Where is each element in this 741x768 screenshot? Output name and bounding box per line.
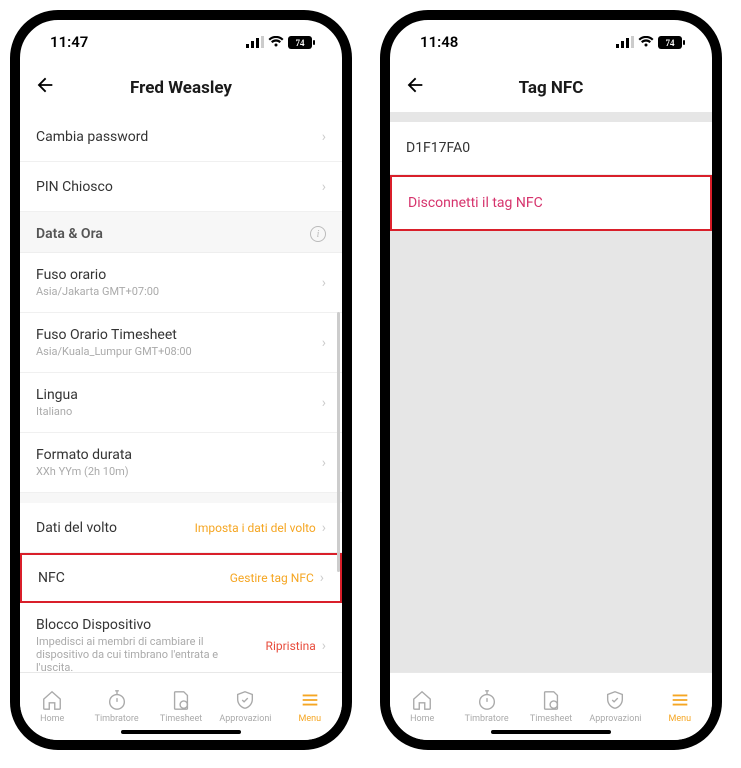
row-label: Formato durata bbox=[36, 447, 132, 463]
row-label: Fuso orario bbox=[36, 267, 159, 283]
home-icon bbox=[41, 689, 63, 711]
disconnect-label: Disconnetti il tag NFC bbox=[408, 195, 543, 211]
row-change-password[interactable]: Cambia password › bbox=[20, 112, 342, 162]
page-title: Tag NFC bbox=[390, 78, 712, 98]
tab-menu[interactable]: Menu bbox=[648, 673, 712, 740]
home-indicator[interactable] bbox=[121, 730, 241, 734]
status-right: 74 bbox=[616, 36, 686, 49]
row-label: Fuso Orario Timesheet bbox=[36, 327, 192, 343]
back-icon[interactable] bbox=[404, 74, 426, 101]
section-data-ora: Data & Ora i bbox=[20, 212, 342, 253]
tab-label: Menu bbox=[299, 714, 322, 724]
back-icon[interactable] bbox=[34, 74, 56, 101]
tab-menu[interactable]: Menu bbox=[278, 673, 342, 740]
nfc-id-row: D1F17FA0 bbox=[390, 122, 712, 175]
phone-left: 11:47 74 Fred Weasley Cambia password › … bbox=[10, 10, 352, 750]
row-sub: Italiano bbox=[36, 405, 78, 418]
status-bar: 11:47 74 bbox=[20, 20, 342, 64]
header: Tag NFC bbox=[390, 64, 712, 112]
status-time: 11:47 bbox=[50, 33, 88, 51]
phone-right: 11:48 74 Tag NFC D1F17FA0 Disconnetti il… bbox=[380, 10, 722, 750]
tab-home[interactable]: Home bbox=[20, 673, 84, 740]
chevron-right-icon: › bbox=[322, 395, 326, 411]
row-lingua[interactable]: Lingua Italiano › bbox=[20, 373, 342, 433]
row-sub: Asia/Jakarta GMT+07:00 bbox=[36, 285, 159, 298]
menu-icon bbox=[669, 689, 691, 711]
row-action: Ripristina bbox=[266, 639, 316, 653]
disconnect-nfc-button[interactable]: Disconnetti il tag NFC bbox=[390, 175, 712, 231]
row-pin-kiosk[interactable]: PIN Chiosco › bbox=[20, 162, 342, 212]
chevron-right-icon: › bbox=[322, 520, 326, 536]
header: Fred Weasley bbox=[20, 64, 342, 112]
row-label: Blocco Dispositivo bbox=[36, 617, 236, 633]
chevron-right-icon: › bbox=[322, 638, 326, 654]
signal-icon bbox=[616, 36, 634, 48]
row-label: PIN Chiosco bbox=[36, 179, 113, 195]
signal-icon bbox=[246, 36, 264, 48]
wifi-icon bbox=[268, 36, 284, 48]
scrollbar[interactable] bbox=[337, 312, 340, 572]
row-sub: Asia/Kuala_Lumpur GMT+08:00 bbox=[36, 345, 192, 358]
nfc-id-value: D1F17FA0 bbox=[406, 140, 470, 156]
tab-label: Home bbox=[40, 714, 64, 724]
chevron-right-icon: › bbox=[322, 335, 326, 351]
row-label: Cambia password bbox=[36, 129, 148, 145]
shield-check-icon bbox=[234, 689, 256, 711]
chevron-right-icon: › bbox=[320, 570, 324, 586]
row-nfc[interactable]: NFC Gestire tag NFC › bbox=[20, 553, 342, 603]
svg-text:74: 74 bbox=[666, 38, 676, 48]
row-sub: Impedisci ai membri di cambiare il dispo… bbox=[36, 635, 236, 672]
row-fuso-orario[interactable]: Fuso orario Asia/Jakarta GMT+07:00 › bbox=[20, 253, 342, 313]
home-indicator[interactable] bbox=[491, 730, 611, 734]
tab-label: Menu bbox=[669, 714, 692, 724]
menu-icon bbox=[299, 689, 321, 711]
stopwatch-icon bbox=[476, 689, 498, 711]
home-icon bbox=[411, 689, 433, 711]
stopwatch-icon bbox=[106, 689, 128, 711]
settings-list[interactable]: Cambia password › PIN Chiosco › Data & O… bbox=[20, 112, 342, 672]
page-title: Fred Weasley bbox=[20, 78, 342, 98]
row-label: NFC bbox=[38, 570, 65, 586]
tab-label: Timbratore bbox=[95, 714, 139, 724]
battery-icon: 74 bbox=[658, 36, 686, 49]
chevron-right-icon: › bbox=[322, 275, 326, 291]
tab-label: Home bbox=[410, 714, 434, 724]
tab-label: Approvazioni bbox=[589, 714, 641, 724]
row-label: Dati del volto bbox=[36, 520, 117, 536]
section-gap bbox=[20, 493, 342, 503]
battery-icon: 74 bbox=[288, 36, 316, 49]
tab-label: Timesheet bbox=[530, 714, 572, 724]
row-action: Gestire tag NFC bbox=[230, 571, 314, 585]
wifi-icon bbox=[638, 36, 654, 48]
status-time: 11:48 bbox=[420, 33, 458, 51]
tab-label: Timesheet bbox=[160, 714, 202, 724]
row-action: Imposta i dati del volto bbox=[195, 521, 316, 535]
svg-text:74: 74 bbox=[296, 38, 306, 48]
row-formato-durata[interactable]: Formato durata XXh YYm (2h 10m) › bbox=[20, 433, 342, 493]
status-right: 74 bbox=[246, 36, 316, 49]
chevron-right-icon: › bbox=[322, 179, 326, 195]
row-sub: XXh YYm (2h 10m) bbox=[36, 465, 132, 478]
row-blocco-dispositivo[interactable]: Blocco Dispositivo Impedisci ai membri d… bbox=[20, 603, 342, 672]
nfc-content: D1F17FA0 Disconnetti il tag NFC bbox=[390, 112, 712, 672]
tab-home[interactable]: Home bbox=[390, 673, 454, 740]
tab-label: Timbratore bbox=[465, 714, 509, 724]
chevron-right-icon: › bbox=[322, 455, 326, 471]
document-icon bbox=[170, 689, 192, 711]
section-label: Data & Ora bbox=[36, 226, 103, 242]
tab-label: Approvazioni bbox=[219, 714, 271, 724]
chevron-right-icon: › bbox=[322, 129, 326, 145]
row-dati-volto[interactable]: Dati del volto Imposta i dati del volto … bbox=[20, 503, 342, 553]
row-fuso-timesheet[interactable]: Fuso Orario Timesheet Asia/Kuala_Lumpur … bbox=[20, 313, 342, 373]
document-icon bbox=[540, 689, 562, 711]
info-icon[interactable]: i bbox=[310, 226, 326, 242]
row-label: Lingua bbox=[36, 387, 78, 403]
shield-check-icon bbox=[604, 689, 626, 711]
status-bar: 11:48 74 bbox=[390, 20, 712, 64]
